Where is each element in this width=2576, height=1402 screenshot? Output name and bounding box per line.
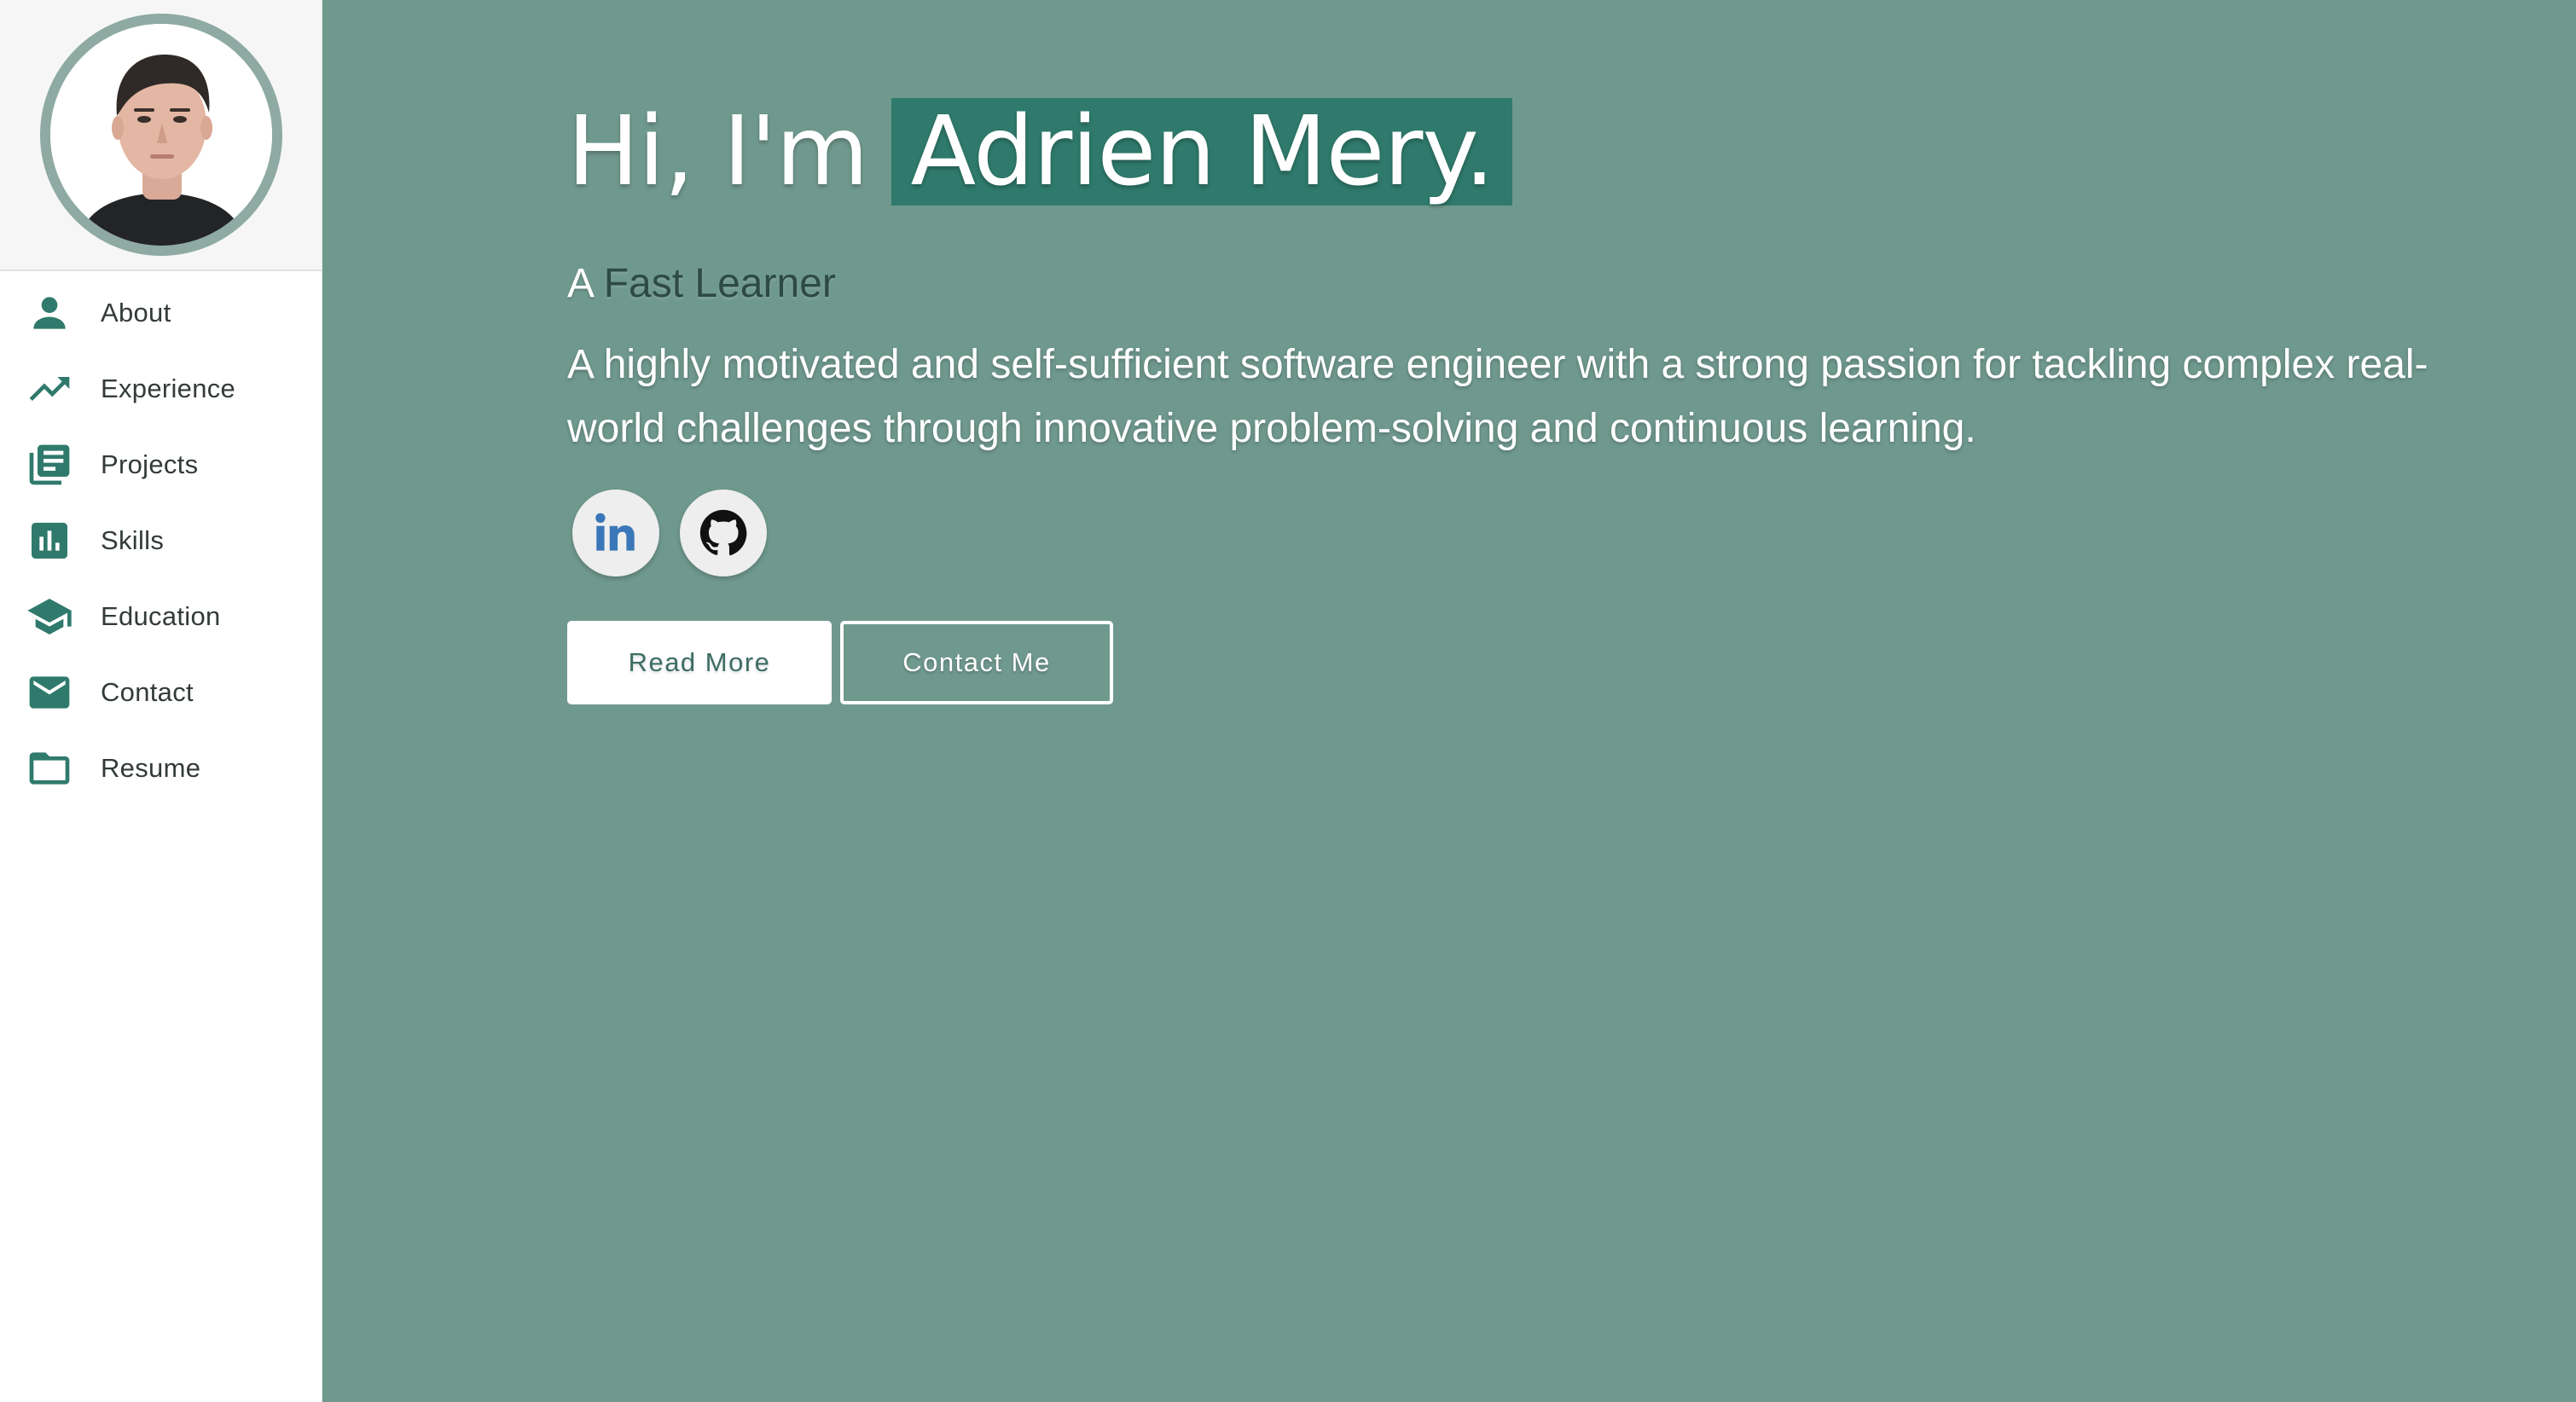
github-icon xyxy=(699,509,747,556)
library-books-icon xyxy=(26,441,73,489)
sidebar-item-about[interactable]: About xyxy=(0,275,322,350)
hero-actions: Read More Contact Me xyxy=(567,621,2529,704)
linkedin-icon xyxy=(595,513,635,551)
sidebar-item-label: About xyxy=(101,297,171,327)
sidebar-item-contact[interactable]: Contact xyxy=(0,654,322,730)
sidebar-item-skills[interactable]: Skills xyxy=(0,502,322,578)
sidebar-item-label: Projects xyxy=(101,449,199,479)
read-more-button[interactable]: Read More xyxy=(567,621,832,704)
person-icon xyxy=(26,289,73,337)
app-root: About Experience Projects Skills Educati… xyxy=(0,0,2576,1402)
sidebar-item-label: Contact xyxy=(101,676,194,707)
trending-up-icon xyxy=(26,365,73,413)
bio-text: A highly motivated and self-sufficient s… xyxy=(567,342,2428,451)
hero-content: Hi, I'm Adrien Mery. A Fast Learner A hi… xyxy=(567,98,2529,704)
hero-section: Hi, I'm Adrien Mery. A Fast Learner A hi… xyxy=(322,0,2576,1402)
sidebar-item-label: Education xyxy=(101,600,221,631)
sidebar-item-label: Skills xyxy=(101,524,165,555)
name-highlight: Adrien Mery. xyxy=(891,98,1513,206)
avatar xyxy=(39,14,282,256)
mail-icon xyxy=(26,669,73,716)
sidebar-item-label: Resume xyxy=(101,752,201,783)
greeting-text: Hi, I'm xyxy=(567,96,868,207)
sidebar-item-label: Experience xyxy=(101,373,236,403)
avatar-header xyxy=(0,0,322,271)
avatar-portrait xyxy=(49,24,272,246)
sidebar-item-projects[interactable]: Projects xyxy=(0,426,322,502)
folder-icon xyxy=(26,744,73,792)
github-button[interactable] xyxy=(680,490,767,576)
sidebar-item-resume[interactable]: Resume xyxy=(0,730,322,806)
sidebar-item-education[interactable]: Education xyxy=(0,578,322,654)
sidebar: About Experience Projects Skills Educati… xyxy=(0,0,322,1402)
sidebar-nav: About Experience Projects Skills Educati… xyxy=(0,271,322,806)
page-title: Hi, I'm Adrien Mery. xyxy=(567,98,2529,206)
social-links xyxy=(567,490,2529,576)
bar-chart-icon xyxy=(26,517,73,565)
contact-me-button[interactable]: Contact Me xyxy=(840,621,1113,704)
tagline-role: Fast Learner xyxy=(603,261,836,306)
tagline-prefix: A xyxy=(567,261,593,306)
tagline: A Fast Learner xyxy=(567,260,2529,307)
school-icon xyxy=(26,593,73,640)
linkedin-button[interactable] xyxy=(572,490,659,576)
sidebar-item-experience[interactable]: Experience xyxy=(0,350,322,426)
